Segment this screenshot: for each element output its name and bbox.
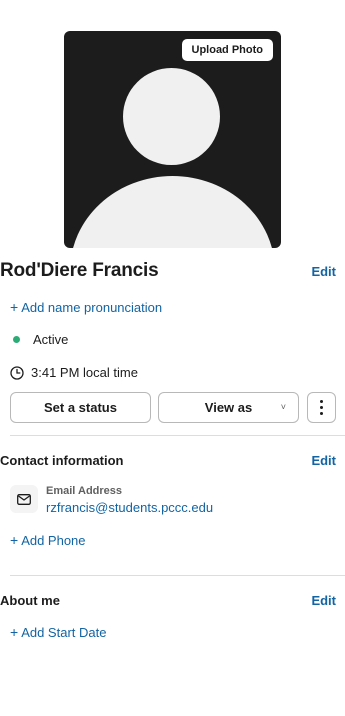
email-icon-tile xyxy=(10,485,38,513)
avatar-placeholder-head xyxy=(123,68,220,165)
clock-icon xyxy=(10,365,24,380)
more-dot-icon xyxy=(320,412,323,415)
plus-icon: + xyxy=(10,299,19,315)
email-address-link[interactable]: rzfrancis@students.pccc.edu xyxy=(46,500,213,515)
chevron-down-icon: ˅ xyxy=(280,402,286,412)
view-as-label: View as xyxy=(204,400,253,415)
edit-about-link[interactable]: Edit xyxy=(311,593,336,608)
add-start-date-label: Add Start Date xyxy=(21,625,107,640)
add-phone-link[interactable]: + Add Phone xyxy=(10,532,86,548)
more-actions-button[interactable] xyxy=(307,392,336,423)
edit-contact-link[interactable]: Edit xyxy=(311,453,336,468)
section-divider xyxy=(10,435,345,436)
profile-action-buttons: Set a status View as ˅ xyxy=(10,392,336,423)
plus-icon: + xyxy=(10,532,19,548)
email-address-label: Email Address xyxy=(46,485,123,497)
name-row: Rod'Diere Francis Edit xyxy=(0,260,345,284)
add-start-date-link[interactable]: + Add Start Date xyxy=(10,624,106,640)
about-me-title: About me xyxy=(0,593,60,608)
local-time-label: 3:41 PM local time xyxy=(31,365,138,380)
section-divider xyxy=(10,575,345,576)
active-dot-icon xyxy=(13,336,20,343)
profile-photo: Upload Photo xyxy=(64,31,281,248)
set-status-button[interactable]: Set a status xyxy=(10,392,151,423)
plus-icon: + xyxy=(10,624,19,640)
add-name-pronunciation-link[interactable]: + Add name pronunciation xyxy=(10,299,162,315)
view-as-button[interactable]: View as ˅ xyxy=(158,392,299,423)
more-dot-icon xyxy=(320,400,323,403)
local-time: 3:41 PM local time xyxy=(10,365,138,380)
contact-information-title: Contact information xyxy=(0,453,124,468)
more-dot-icon xyxy=(320,406,323,409)
add-phone-label: Add Phone xyxy=(21,533,86,548)
presence-status: Active xyxy=(10,332,68,347)
envelope-icon xyxy=(17,493,31,505)
presence-label: Active xyxy=(33,332,69,347)
upload-photo-button[interactable]: Upload Photo xyxy=(181,39,273,61)
add-name-pronunciation-label: Add name pronunciation xyxy=(21,300,163,315)
profile-name: Rod'Diere Francis xyxy=(0,260,159,281)
avatar-placeholder-body xyxy=(70,176,275,248)
edit-profile-link[interactable]: Edit xyxy=(311,264,336,279)
